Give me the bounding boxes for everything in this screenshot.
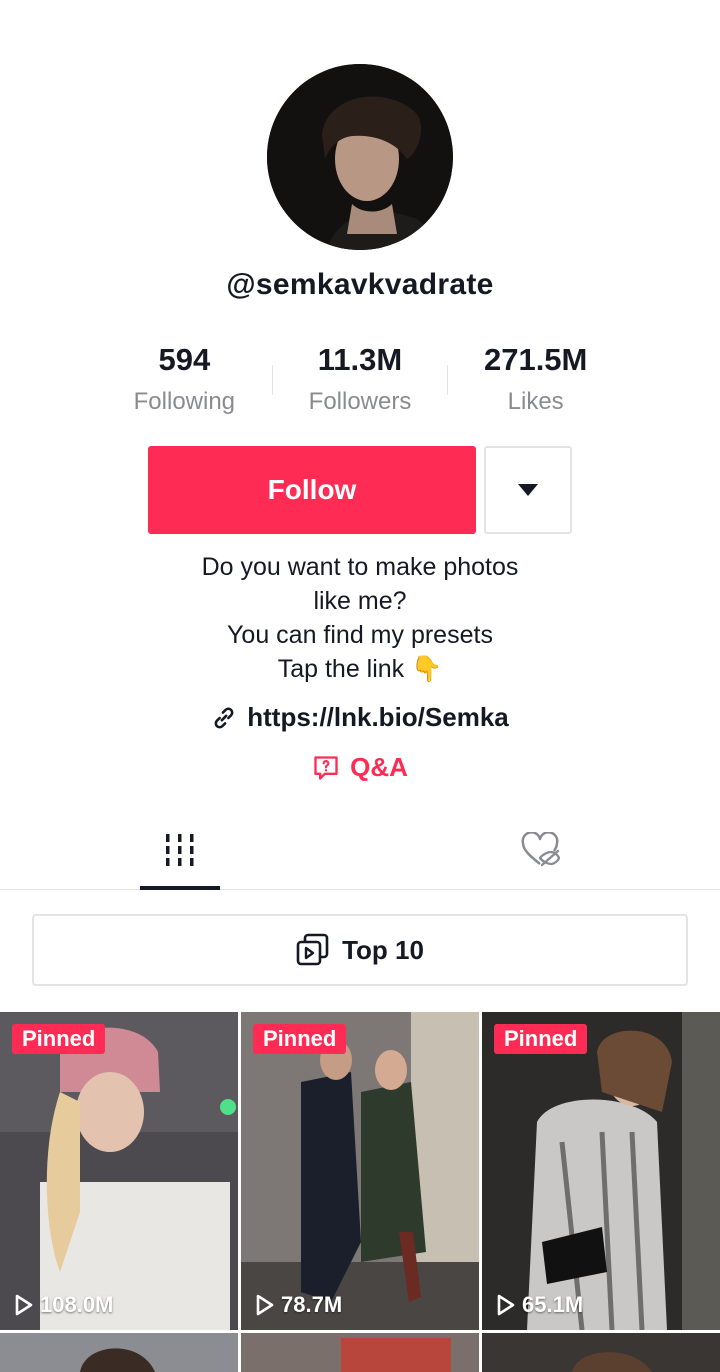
video-tile[interactable]: Pinned 78.7M <box>241 1012 479 1330</box>
video-tile[interactable]: Pinned 108.0M <box>0 1012 238 1330</box>
caret-down-icon <box>518 484 538 496</box>
video-thumbnail <box>241 1333 479 1372</box>
active-tab-indicator <box>140 886 220 890</box>
grid-bars-icon <box>166 834 194 866</box>
video-tile[interactable] <box>482 1333 720 1372</box>
video-thumbnail <box>482 1012 720 1330</box>
view-count: 108.0M <box>14 1292 113 1318</box>
hidden-heart-icon <box>521 832 560 867</box>
link-icon <box>214 706 234 729</box>
video-thumbnail <box>0 1012 238 1330</box>
play-icon <box>256 1294 274 1316</box>
tab-liked[interactable] <box>500 810 580 890</box>
play-icon <box>15 1294 33 1316</box>
view-count: 65.1M <box>496 1292 583 1318</box>
avatar[interactable] <box>267 64 453 250</box>
qa-icon <box>314 755 338 780</box>
video-tile[interactable] <box>241 1333 479 1372</box>
link-text: https://lnk.bio/Semka <box>247 702 509 732</box>
pinned-badge: Pinned <box>253 1024 347 1054</box>
view-count-text: 108.0M <box>40 1292 114 1317</box>
follow-button[interactable]: Follow <box>148 446 476 534</box>
pinned-badge: Pinned <box>12 1024 106 1054</box>
playlist-button[interactable]: Top 10 <box>32 914 688 986</box>
video-tile[interactable] <box>0 1333 238 1372</box>
bio: Do you want to make photos like me? You … <box>0 550 720 686</box>
profile-tabs <box>0 810 720 890</box>
playlist-icon <box>296 933 329 966</box>
pinned-badge: Pinned <box>494 1024 588 1054</box>
more-options-button[interactable] <box>484 446 572 534</box>
video-thumbnail <box>241 1012 479 1330</box>
view-count-text: 78.7M <box>281 1292 343 1317</box>
stat-value: 11.3M <box>317 342 403 377</box>
play-icon <box>497 1294 515 1316</box>
video-thumbnail <box>482 1333 720 1372</box>
qa-button[interactable]: Q&A <box>0 752 720 783</box>
bio-line: Tap the link 👇 <box>277 655 443 683</box>
video-thumbnail <box>0 1333 238 1372</box>
username: @semkavkvadrate <box>226 268 494 301</box>
stat-label: Likes <box>507 388 564 415</box>
playlist-label: Top 10 <box>342 934 424 965</box>
stat-value: 594 <box>158 342 211 377</box>
video-tile[interactable]: Pinned 65.1M <box>482 1012 720 1330</box>
bio-line: like me? <box>313 587 407 615</box>
stat-following[interactable]: 594 Following <box>97 340 272 420</box>
stat-label: Followers <box>308 388 412 415</box>
qa-label: Q&A <box>350 752 408 782</box>
bio-line: You can find my presets <box>227 621 493 649</box>
stat-value: 271.5M <box>483 342 588 377</box>
stat-label: Following <box>133 388 236 415</box>
profile-stats: 594 Following 11.3M Followers 271.5M Lik… <box>97 340 623 420</box>
profile-photo <box>267 64 453 250</box>
bio-link[interactable]: https://lnk.bio/Semka <box>0 702 720 733</box>
view-count-text: 65.1M <box>522 1292 584 1317</box>
bio-line: Do you want to make photos <box>201 553 519 581</box>
stat-followers[interactable]: 11.3M Followers <box>273 340 448 420</box>
view-count: 78.7M <box>255 1292 342 1318</box>
stat-likes[interactable]: 271.5M Likes <box>448 340 623 420</box>
tab-videos[interactable] <box>140 810 220 890</box>
